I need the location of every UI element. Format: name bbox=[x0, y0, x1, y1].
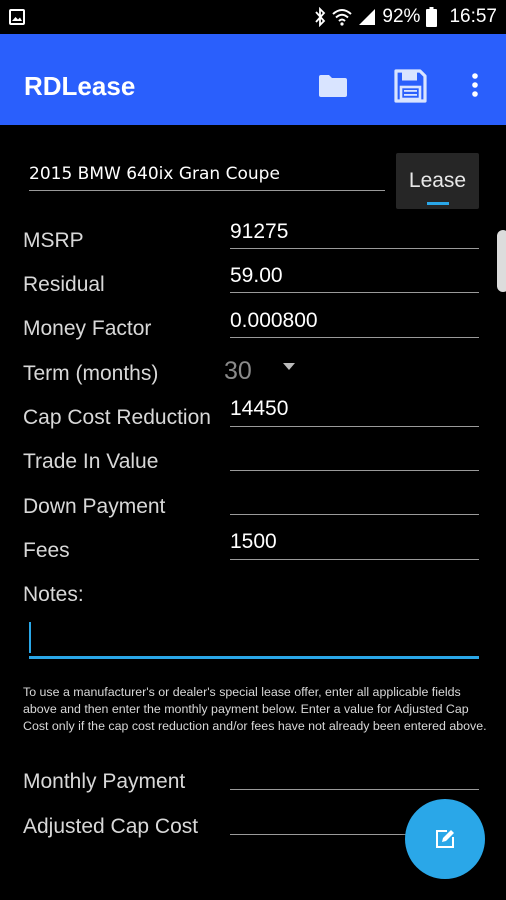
wifi-icon bbox=[332, 9, 353, 26]
vehicle-name-underline bbox=[29, 190, 385, 191]
down-payment-label: Down Payment bbox=[23, 495, 166, 518]
text-cursor bbox=[29, 622, 31, 653]
cap-cost-reduction-input[interactable]: 14450 bbox=[230, 397, 288, 421]
notes-label: Notes: bbox=[23, 583, 84, 606]
fees-label: Fees bbox=[23, 539, 70, 562]
money-factor-label: Money Factor bbox=[23, 317, 152, 340]
fees-input[interactable]: 1500 bbox=[230, 530, 277, 554]
residual-label: Residual bbox=[23, 273, 105, 296]
adjusted-cap-cost-label: Adjusted Cap Cost bbox=[23, 815, 199, 838]
monthly-payment-label: Monthly Payment bbox=[23, 770, 186, 793]
clock: 16:57 bbox=[449, 6, 497, 27]
money-factor-input[interactable]: 0.000800 bbox=[230, 309, 318, 333]
msrp-label: MSRP bbox=[23, 229, 84, 252]
trade-in-value-label: Trade In Value bbox=[23, 450, 159, 473]
app-title: RDLease bbox=[24, 71, 136, 101]
msrp-input[interactable]: 91275 bbox=[230, 220, 288, 244]
down-payment-underline bbox=[230, 514, 479, 515]
special-offer-help-text: To use a manufacturer's or dealer's spec… bbox=[23, 685, 487, 733]
edit-icon bbox=[436, 830, 454, 848]
folder-icon[interactable] bbox=[318, 74, 348, 98]
vehicle-name-input[interactable]: 2015 BMW 640ix Gran Coupe bbox=[29, 164, 280, 184]
monthly-payment-underline bbox=[230, 789, 479, 790]
msrp-underline bbox=[230, 248, 479, 249]
money-factor-underline bbox=[230, 337, 479, 338]
more-vert-icon[interactable] bbox=[471, 72, 479, 98]
residual-input[interactable]: 59.00 bbox=[230, 264, 283, 288]
term-label: Term (months) bbox=[23, 362, 159, 385]
edit-fab-button[interactable] bbox=[405, 799, 485, 879]
bluetooth-icon bbox=[315, 7, 326, 27]
chevron-down-icon[interactable] bbox=[283, 363, 295, 370]
gallery-icon bbox=[9, 9, 25, 25]
lease-mode-button[interactable]: Lease bbox=[396, 153, 479, 209]
battery-icon bbox=[426, 7, 438, 27]
edge-panel-handle[interactable] bbox=[497, 230, 506, 292]
status-bar: 92% 16:57 bbox=[0, 0, 506, 34]
signal-icon bbox=[359, 9, 376, 25]
battery-percent: 92% bbox=[382, 6, 421, 27]
app-bar: RDLease bbox=[0, 34, 506, 125]
cap-cost-reduction-underline bbox=[230, 426, 479, 427]
term-select[interactable]: 30 bbox=[224, 357, 252, 386]
cap-cost-reduction-label: Cap Cost Reduction bbox=[23, 406, 211, 429]
trade-in-value-underline bbox=[230, 470, 479, 471]
lease-mode-indicator bbox=[427, 202, 449, 205]
residual-underline bbox=[230, 292, 479, 293]
notes-input[interactable] bbox=[29, 622, 479, 659]
fees-underline bbox=[230, 559, 479, 560]
notes-underline bbox=[29, 656, 479, 659]
lease-mode-label: Lease bbox=[408, 169, 467, 192]
save-icon[interactable] bbox=[394, 69, 427, 103]
